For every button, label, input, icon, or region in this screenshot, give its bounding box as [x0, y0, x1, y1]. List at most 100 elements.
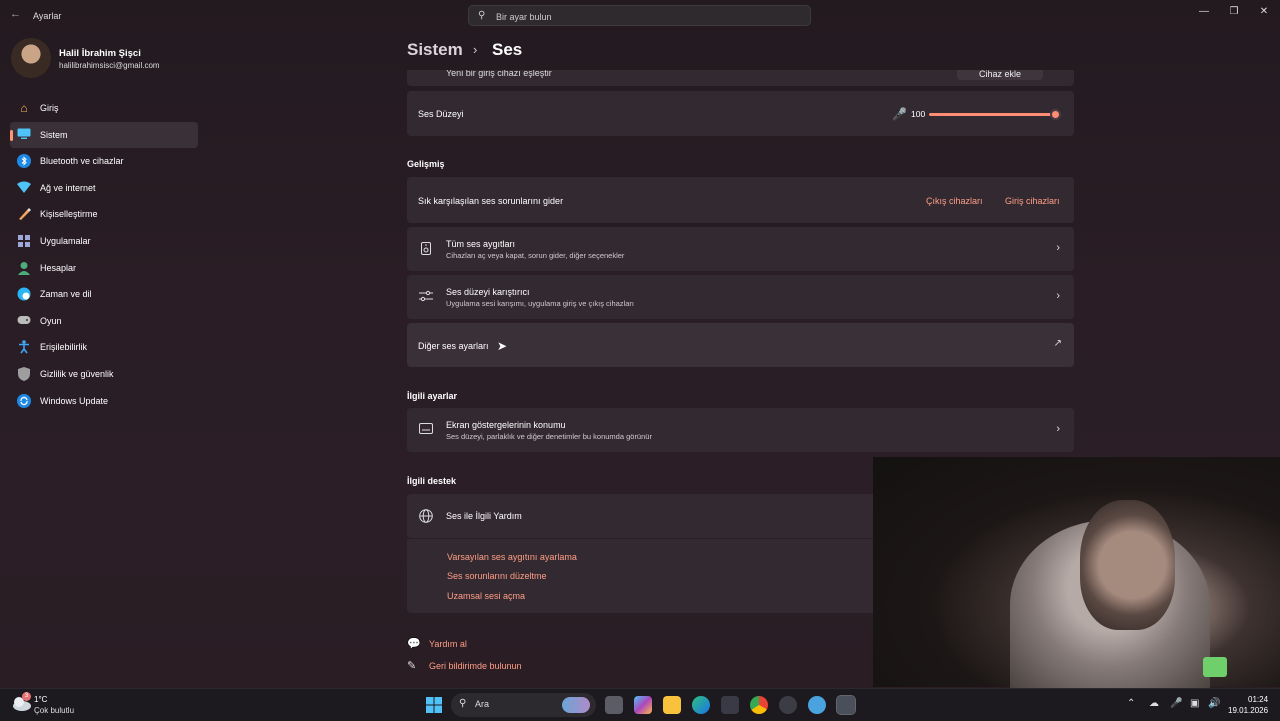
settings-search-input[interactable] [494, 8, 798, 25]
sidebar-item-apps[interactable]: Uygulamalar [10, 228, 198, 255]
avatar[interactable] [11, 38, 51, 78]
taskbar-search-label: Ara [475, 699, 490, 709]
mixer-title: Ses düzeyi karıştırıcı [446, 287, 530, 297]
home-icon: ⌂ [20, 101, 28, 115]
sidebar-item-label: Gizlilik ve güvenlik [40, 368, 114, 379]
sidebar-item-time-language[interactable]: Zaman ve dil [10, 281, 198, 308]
sidebar-item-label: Ağ ve internet [40, 182, 96, 193]
volume-slider-thumb[interactable] [1050, 109, 1061, 120]
search-highlight-icon [562, 697, 590, 713]
sidebar-item-label: Bluetooth ve cihazlar [40, 156, 124, 167]
more-sound-settings-label: Diğer ses ayarları [418, 341, 489, 351]
volume-card: Ses Düzeyi 🎤 100 [407, 91, 1074, 136]
speaker-icon[interactable]: 🔊 [1208, 698, 1220, 709]
sidebar-item-label: Windows Update [40, 395, 109, 406]
brush-icon [17, 207, 31, 221]
feedback-icon: ✎ [407, 660, 417, 672]
minimize-icon[interactable]: — [1197, 6, 1211, 17]
user-name: Halil İbrahim Şişci [59, 48, 141, 59]
sidebar-item-system[interactable]: Sistem [10, 121, 198, 149]
shield-icon [17, 366, 31, 381]
feedback-link[interactable]: Geri bildirimde bulunun [429, 661, 522, 671]
sidebar-item-label: Zaman ve dil [40, 289, 92, 300]
messenger-icon[interactable] [808, 696, 826, 714]
section-related-settings: İlgili ayarlar [407, 391, 458, 401]
sidebar-item-accessibility[interactable]: Erişilebilirlik [10, 334, 198, 361]
sidebar-item-gaming[interactable]: Oyun [10, 308, 198, 335]
volume-mixer-card[interactable]: Ses düzeyi karıştırıcı Uygulama sesi kar… [407, 275, 1074, 319]
wifi-icon [17, 181, 31, 195]
sidebar-item-windows-update[interactable]: Windows Update [10, 388, 198, 415]
help-link[interactable]: Ses sorunlarını düzeltme [447, 571, 547, 581]
apps-icon [17, 234, 31, 248]
clock-time[interactable]: 01:24 [1248, 695, 1268, 704]
sidebar-item-network[interactable]: Ağ ve internet [10, 175, 198, 202]
get-help-link[interactable]: Yardım al [429, 639, 467, 649]
task-view-icon[interactable] [605, 696, 623, 714]
troubleshoot-label: Sık karşılaşılan ses sorunlarını gider [418, 196, 564, 206]
output-devices-link[interactable]: Çıkış cihazları [926, 196, 983, 206]
network-icon[interactable]: ▣ [1190, 698, 1199, 709]
restore-icon[interactable]: ❐ [1227, 6, 1241, 17]
sidebar-nav: ⌂ Giriş Sistem Bluetooth ve cihazlar Ağ … [10, 95, 198, 414]
section-related-support: İlgili destek [407, 476, 457, 486]
sidebar-item-bluetooth[interactable]: Bluetooth ve cihazlar [10, 148, 198, 175]
chevron-up-icon[interactable]: ⌃ [1127, 698, 1135, 709]
chevron-right-icon: › [473, 42, 478, 57]
sidebar-item-privacy[interactable]: Gizlilik ve güvenlik [10, 361, 198, 388]
sidebar-item-label: Giriş [40, 103, 59, 113]
sidebar-item-home[interactable]: ⌂ Giriş [10, 95, 198, 122]
windows-start-icon[interactable] [425, 696, 443, 714]
sidebar-item-label: Sistem [40, 129, 68, 140]
update-icon [17, 393, 31, 408]
globe-clock-icon [17, 287, 31, 301]
scroll-mask [400, 60, 1090, 70]
taskbar-search[interactable]: ⚲ Ara [451, 693, 596, 717]
sound-help-title: Ses ile İlgili Yardım [446, 511, 522, 521]
file-explorer-icon[interactable] [663, 696, 681, 714]
mixer-subtitle: Uygulama sesi karışımı, uygulama giriş v… [446, 299, 634, 308]
settings-gear-icon[interactable] [836, 695, 856, 715]
sidebar-item-label: Oyun [40, 315, 62, 326]
osd-title: Ekran göstergelerinin konumu [446, 420, 566, 430]
chevron-right-icon: › [1056, 290, 1060, 302]
person-icon [17, 261, 31, 275]
all-devices-title: Tüm ses aygıtları [446, 239, 516, 249]
chevron-right-icon: › [1056, 423, 1060, 435]
sidebar-item-personalization[interactable]: Kişiselleştirme [10, 201, 198, 228]
app-icon[interactable] [779, 696, 797, 714]
all-devices-card[interactable]: Tüm ses aygıtları Cihazları aç veya kapa… [407, 227, 1074, 271]
close-icon[interactable]: ✕ [1257, 6, 1271, 17]
sidebar-item-accounts[interactable]: Hesaplar [10, 255, 198, 282]
webcam-person-face [1080, 500, 1175, 630]
microphone-icon[interactable]: 🎤 [1170, 698, 1182, 709]
clock-date[interactable]: 19.01.2026 [1228, 706, 1268, 715]
microphone-icon[interactable]: 🎤 [892, 107, 907, 121]
edge-icon[interactable] [692, 696, 710, 714]
help-link[interactable]: Uzamsal sesi açma [447, 591, 525, 601]
cloudy-weather-icon[interactable]: 3 [10, 692, 31, 714]
sidebar-item-label: Kişiselleştirme [40, 209, 98, 220]
volume-slider-track[interactable] [929, 113, 1056, 116]
gamepad-icon [17, 314, 31, 328]
title-bar: ← Ayarlar ⚲ — ❐ ✕ [0, 0, 1280, 32]
input-devices-link[interactable]: Giriş cihazları [1005, 196, 1060, 206]
cloud-icon[interactable]: ☁ [1149, 698, 1159, 709]
osd-position-card[interactable]: Ekran göstergelerinin konumu Ses düzeyi,… [407, 408, 1074, 452]
chrome-icon[interactable] [750, 696, 768, 714]
monitor-icon [419, 423, 433, 437]
settings-search-box[interactable]: ⚲ [468, 5, 811, 26]
sidebar-item-label: Hesaplar [40, 262, 77, 273]
help-link[interactable]: Varsayılan ses aygıtını ayarlama [447, 552, 577, 562]
copilot-icon[interactable] [634, 696, 652, 714]
store-icon[interactable] [721, 696, 739, 714]
all-devices-subtitle: Cihazları aç veya kapat, sorun gider, di… [446, 251, 625, 260]
breadcrumb-parent[interactable]: Sistem [407, 40, 463, 60]
taskbar: 3 1°C Çok bulutlu ⚲ Ara ⌃ ☁ 🎤 ▣ 🔊 01:24 … [0, 688, 1280, 721]
bluetooth-icon [17, 154, 31, 169]
sidebar-item-label: Erişilebilirlik [40, 342, 88, 353]
more-sound-settings-card[interactable]: Diğer ses ayarları ➤ ↗ [407, 323, 1074, 367]
search-icon: ⚲ [478, 10, 486, 21]
user-email: halilibrahimsisci@gmail.com [59, 61, 160, 70]
back-arrow-icon[interactable]: ← [10, 8, 24, 22]
